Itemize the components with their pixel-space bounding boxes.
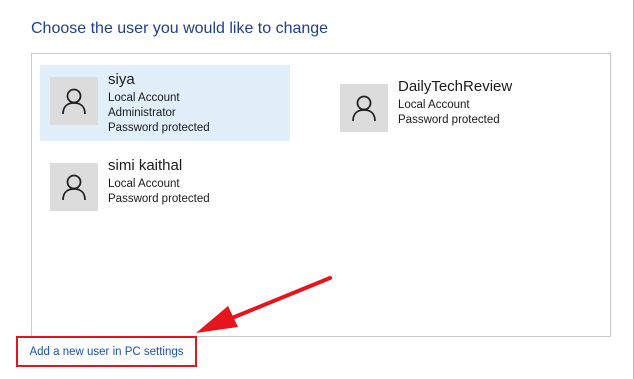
- red-arrow-annotation: [196, 276, 332, 333]
